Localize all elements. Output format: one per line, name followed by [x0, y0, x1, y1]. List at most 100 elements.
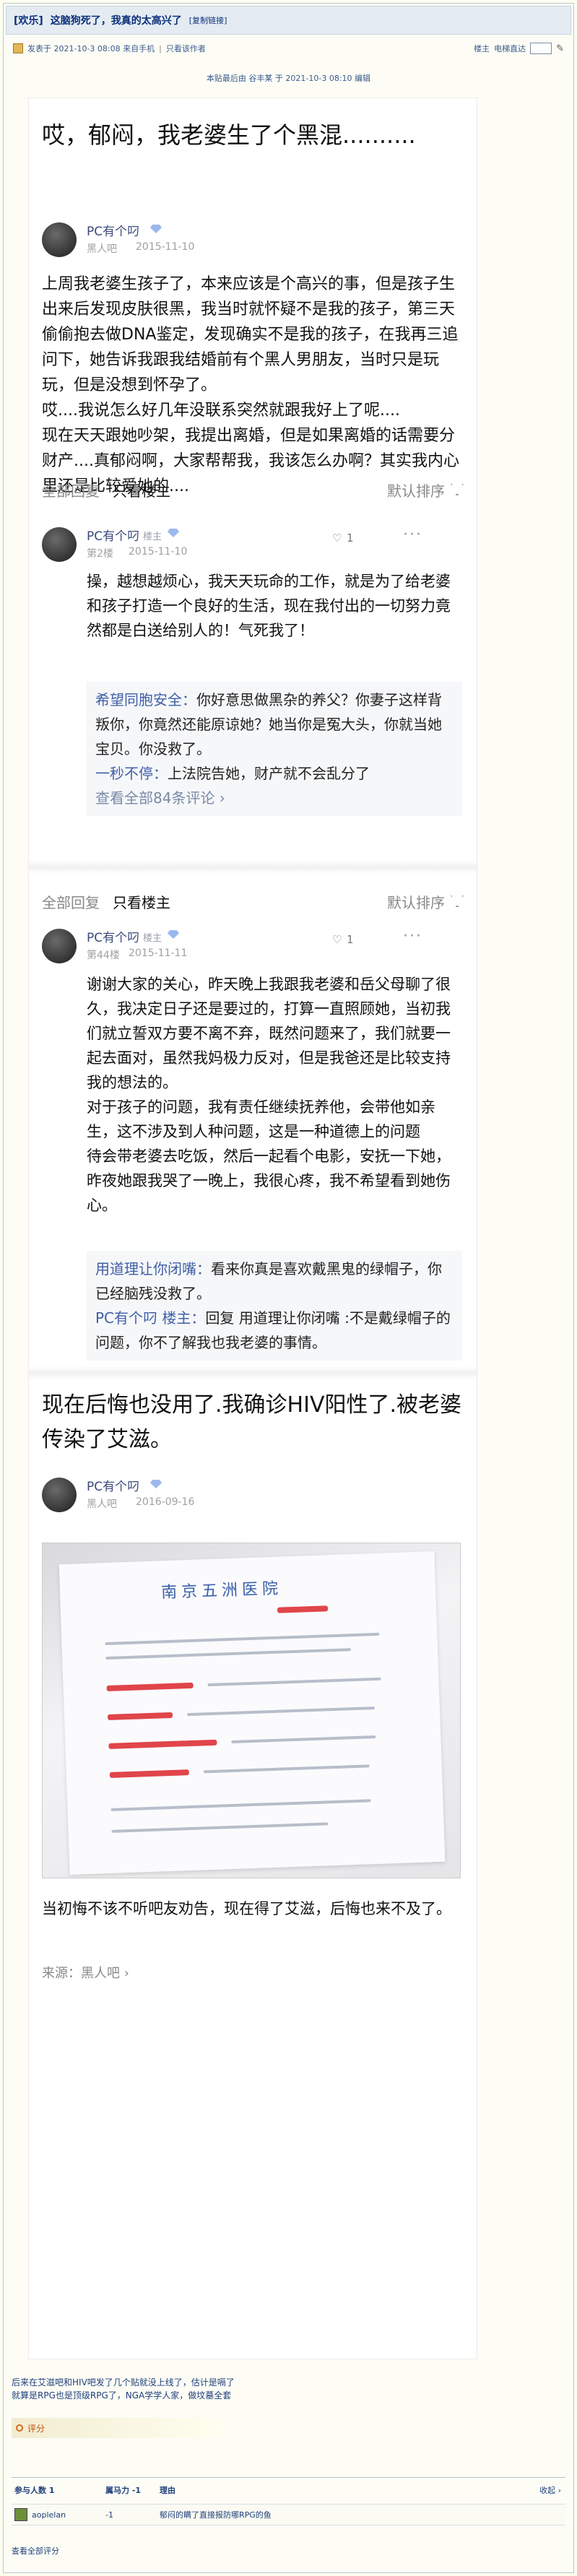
divider: | [159, 43, 162, 53]
text-line [105, 1632, 380, 1646]
author-name[interactable]: PC有个叼 [87, 221, 139, 239]
text-line [186, 1707, 375, 1717]
text-line [231, 1735, 376, 1744]
more-dots-icon[interactable]: ··· [403, 526, 422, 544]
text-line [105, 1648, 352, 1660]
rate-reason-header: 理由 [160, 2486, 175, 2495]
reply-text: 后来在艾滋吧和HIV吧发了几个贴就没上线了，估计是嗝了 就算是RPG也是顶级RP… [12, 2377, 235, 2401]
post-time: 发表于 2021-10-3 08:08 来自手机 [27, 44, 155, 53]
comment-item: PC有个叼 楼主：回复 用道理让你闭嘴 :不是戴绿帽子的问题，你不了解我也我老婆… [95, 1306, 454, 1355]
jump-floor-input[interactable] [530, 43, 552, 54]
rating-button[interactable]: 评分 [12, 2418, 221, 2438]
rating-label: 评分 [27, 2423, 45, 2434]
filter-bar: 全部回复 只看楼主 默认排序 [29, 885, 477, 917]
copy-link-button[interactable]: [复制链接] [189, 14, 227, 26]
floor-label: 楼主 [474, 44, 490, 53]
rating-header: 参与人数 1 属马力 -1 理由 收起 › [12, 2482, 565, 2498]
reply-body: 操，越想越烦心，我天天玩命的工作，就是为了给老婆和孩子打造一个良好的生活，现在我… [87, 573, 451, 639]
rating-row: aoplelan -1 郁闷的瞒了直接报防哪RPG的鱼 [12, 2504, 565, 2525]
gem-icon [150, 1480, 162, 1488]
gem-icon [150, 225, 162, 233]
rate-score: 属马力 -1 [105, 2486, 142, 2495]
like-count: 1 [347, 532, 354, 545]
embedded-screenshot: 哎，郁闷，我老婆生了个黑混.......... PC有个叼 黑人吧 2015-1… [29, 98, 477, 2359]
post-date: 2016-09-16 [136, 1496, 195, 1508]
thread-category[interactable]: [欢乐] [14, 13, 43, 27]
author-name[interactable]: PC有个叼 [87, 1476, 139, 1494]
redaction-mark [106, 1682, 194, 1692]
like-icon[interactable]: ♡ [332, 532, 342, 545]
text-line [110, 1799, 371, 1811]
only-author-link[interactable]: 只看该作者 [166, 43, 206, 54]
thread-title[interactable]: 这脑狗死了，我真的太高兴了 [51, 13, 182, 27]
medical-report-image: 南京五洲医院 [42, 1543, 461, 1878]
source-link[interactable]: 来源：黑人吧 › [42, 1963, 129, 1982]
redaction-mark [109, 1769, 189, 1778]
reply-date: 2015-11-10 [129, 546, 188, 558]
lz-badge: 楼主 [143, 933, 162, 944]
comment-author[interactable]: 用道理让你闭嘴： [95, 1260, 211, 1278]
filter-bar: 全部回复 只看楼主 默认排序 [29, 474, 477, 506]
rating-table: 参与人数 1 属马力 -1 理由 收起 › aoplelan -1 郁闷的瞒了直… [12, 2477, 565, 2535]
comment-item: 用道理让你闭嘴：看来你真是喜欢戴黑鬼的绿帽子，你已经脑残没救了。 [95, 1257, 454, 1306]
hospital-name: 南京五洲医院 [160, 1579, 283, 1603]
text-line [203, 1764, 370, 1774]
redaction-mark [107, 1712, 173, 1720]
user-avatar[interactable] [42, 527, 77, 562]
rate-users: 参与人数 1 [14, 2486, 55, 2495]
jump-floor-label: 电梯直达 [494, 44, 526, 53]
lz-only-tab[interactable]: 只看楼主 [113, 891, 170, 912]
comment-item: 希望同胞安全：你好意思做黑杂的养父？你妻子这样背叛你，你竟然还能原谅她？她当你是… [95, 688, 454, 761]
forum-name[interactable]: 黑人吧 [87, 1496, 117, 1511]
rating-circle-icon [16, 2424, 23, 2432]
view-all-comments[interactable]: 查看全部84条评论 › [95, 786, 454, 810]
text-line [207, 1677, 381, 1687]
gem-icon [168, 529, 179, 537]
like-count: 1 [347, 933, 354, 946]
comment-text: 上法院告她，财产就不会乱分了 [168, 765, 370, 782]
all-replies-tab[interactable]: 全部回复 [42, 891, 100, 912]
post2-title: 现在后悔也没用了.我确诊HIV阳性了.被老婆传染了艾滋。 [42, 1392, 462, 1452]
post-title: 哎，郁闷，我老婆生了个黑混.......... [42, 121, 416, 149]
pen-icon[interactable]: ✎ [556, 43, 564, 54]
comment-author[interactable]: PC有个叼 楼主： [95, 1309, 205, 1327]
sort-button[interactable]: 默认排序 [387, 891, 445, 912]
floor-number: 第2楼 [87, 548, 113, 560]
sort-button[interactable]: 默认排序 [387, 480, 445, 500]
reply-date: 2015-11-11 [129, 947, 188, 959]
forum-name[interactable]: 黑人吧 [87, 241, 117, 256]
edit-note: 本贴最后由 谷丰某 于 2021-10-3 08:10 编辑 [206, 74, 371, 83]
funnel-icon[interactable] [451, 484, 464, 495]
report-paper: 南京五洲医院 [58, 1551, 446, 1875]
reply-author[interactable]: PC有个叼 [87, 526, 139, 544]
image-caption: 当初悔不该不听吧友劝告，现在得了艾滋，后悔也来不及了。 [42, 1900, 451, 1917]
lz-only-tab[interactable]: 只看楼主 [113, 480, 170, 500]
comment-item: 一秒不停：上法院告她，财产就不会乱分了 [95, 761, 454, 786]
like-icon[interactable]: ♡ [332, 933, 342, 946]
comment-list: 希望同胞安全：你好意思做黑杂的养父？你妻子这样背叛你，你竟然还能原谅她？她当你是… [87, 682, 462, 816]
all-replies-tab[interactable]: 全部回复 [42, 480, 100, 500]
collapse-button[interactable]: 收起 › [515, 2484, 565, 2496]
online-status-icon [13, 43, 23, 53]
rater-name[interactable]: aoplelan [32, 2510, 105, 2520]
thread-header: [欢乐] 这脑狗死了，我真的太高兴了 [复制链接] [6, 6, 571, 35]
gem-icon [168, 930, 179, 939]
funnel-icon[interactable] [451, 895, 464, 907]
post-meta-row: 发表于 2021-10-3 08:08 来自手机 | 只看该作者 楼主 电梯直达… [6, 38, 571, 59]
more-dots-icon[interactable]: ··· [403, 927, 422, 945]
rater-reason: 郁闷的瞒了直接报防哪RPG的鱼 [160, 2510, 272, 2520]
user-avatar[interactable] [14, 2508, 27, 2521]
redaction-mark [277, 1605, 329, 1613]
user-avatar[interactable] [42, 222, 77, 257]
user-avatar[interactable] [42, 929, 77, 963]
divider [29, 1366, 477, 1379]
comment-author[interactable]: 一秒不停： [95, 765, 168, 782]
lz-badge: 楼主 [143, 532, 162, 542]
view-all-ratings[interactable]: 查看全部评分 [12, 2545, 59, 2557]
user-avatar[interactable] [42, 1478, 77, 1512]
reply-author[interactable]: PC有个叼 [87, 927, 139, 945]
divider [29, 861, 477, 874]
post-date: 2015-11-10 [136, 241, 195, 253]
post-body: 上周我老婆生孩子了，本来应该是个高兴的事，但是孩子生出来后发现皮肤很黑，我当时就… [42, 275, 459, 495]
comment-author[interactable]: 希望同胞安全： [95, 691, 196, 708]
